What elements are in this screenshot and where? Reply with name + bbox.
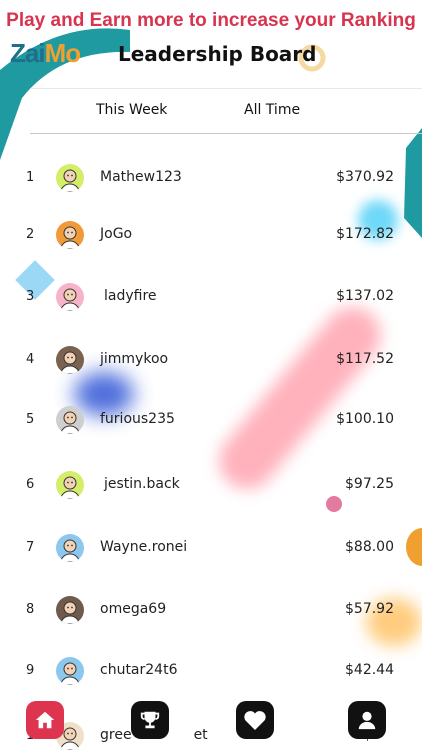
avatar [56, 283, 84, 311]
leaderboard-row[interactable]: 5 furious235 $100.10 [0, 400, 422, 440]
rank-number: 4 [26, 352, 35, 367]
nav-home-button[interactable] [26, 701, 64, 739]
rank-number: 5 [26, 412, 35, 427]
player-earnings: $57.92 [345, 601, 394, 617]
rank-number: 3 [26, 289, 35, 304]
leaderboard-row[interactable]: 9 chutar24t6 $42.44 [0, 651, 422, 691]
player-name: JoGo [100, 226, 133, 242]
player-name: chutar24t6 [100, 662, 178, 678]
player-earnings: $88.00 [345, 539, 394, 555]
rank-number: 9 [26, 663, 35, 678]
tab-all-time[interactable]: All Time [244, 102, 300, 118]
home-icon [35, 711, 55, 729]
player-name: jestin.back [104, 476, 180, 492]
avatar [56, 406, 84, 434]
player-name: ladyfire [104, 288, 157, 304]
leaderboard-row[interactable]: 8 omega69 $57.92 [0, 590, 422, 630]
rank-number: 1 [26, 170, 35, 185]
ranking-banner: Play and Earn more to increase your Rank… [6, 10, 416, 31]
period-tabs: This Week All Time [0, 88, 422, 134]
heart-icon [244, 711, 266, 730]
player-name: jimmykoo [100, 351, 169, 367]
user-icon [358, 711, 376, 730]
avatar [56, 596, 84, 624]
player-earnings: $137.02 [336, 288, 394, 304]
leaderboard-row[interactable]: 1 Mathew123 $370.92 [0, 158, 422, 198]
nav-favorites-button[interactable] [236, 701, 274, 739]
player-earnings: $117.52 [336, 351, 394, 367]
player-earnings: $97.25 [345, 476, 394, 492]
avatar [56, 346, 84, 374]
leaderboard-row[interactable]: 7 Wayne.ronei $88.00 [0, 528, 422, 568]
rank-number: 8 [26, 602, 35, 617]
trophy-icon [140, 711, 160, 729]
player-earnings: $370.92 [336, 169, 394, 185]
player-name: omega69 [100, 601, 167, 617]
leaderboard-row[interactable]: 6 jestin.back $97.25 [0, 465, 422, 505]
player-name: furious235 [100, 411, 175, 427]
avatar [56, 534, 84, 562]
player-earnings: $172.82 [336, 226, 394, 242]
player-earnings: $42.44 [345, 662, 394, 678]
avatar [56, 221, 84, 249]
leaderboard-row[interactable]: 3 ladyfire $137.02 [0, 277, 422, 317]
page-title: Leadership Board [118, 42, 317, 66]
tab-this-week[interactable]: This Week [96, 102, 167, 118]
player-earnings: $100.10 [336, 411, 394, 427]
player-name: Mathew123 [100, 169, 182, 185]
avatar [56, 471, 84, 499]
zaimo-logo: ZaiMo [10, 38, 81, 68]
avatar [56, 164, 84, 192]
rank-number: 6 [26, 477, 35, 492]
leaderboard-row[interactable]: 2 JoGo $172.82 [0, 215, 422, 255]
avatar [56, 657, 84, 685]
rank-number: 7 [26, 540, 35, 555]
tabs-divider-bottom [30, 133, 422, 134]
player-name: Wayne.ronei [100, 539, 188, 555]
nav-profile-button[interactable] [348, 701, 386, 739]
nav-trophy-button[interactable] [131, 701, 169, 739]
tabs-divider-top [30, 88, 422, 89]
leaderboard-row[interactable]: 4 jimmykoo $117.52 [0, 340, 422, 380]
rank-number: 2 [26, 227, 35, 242]
